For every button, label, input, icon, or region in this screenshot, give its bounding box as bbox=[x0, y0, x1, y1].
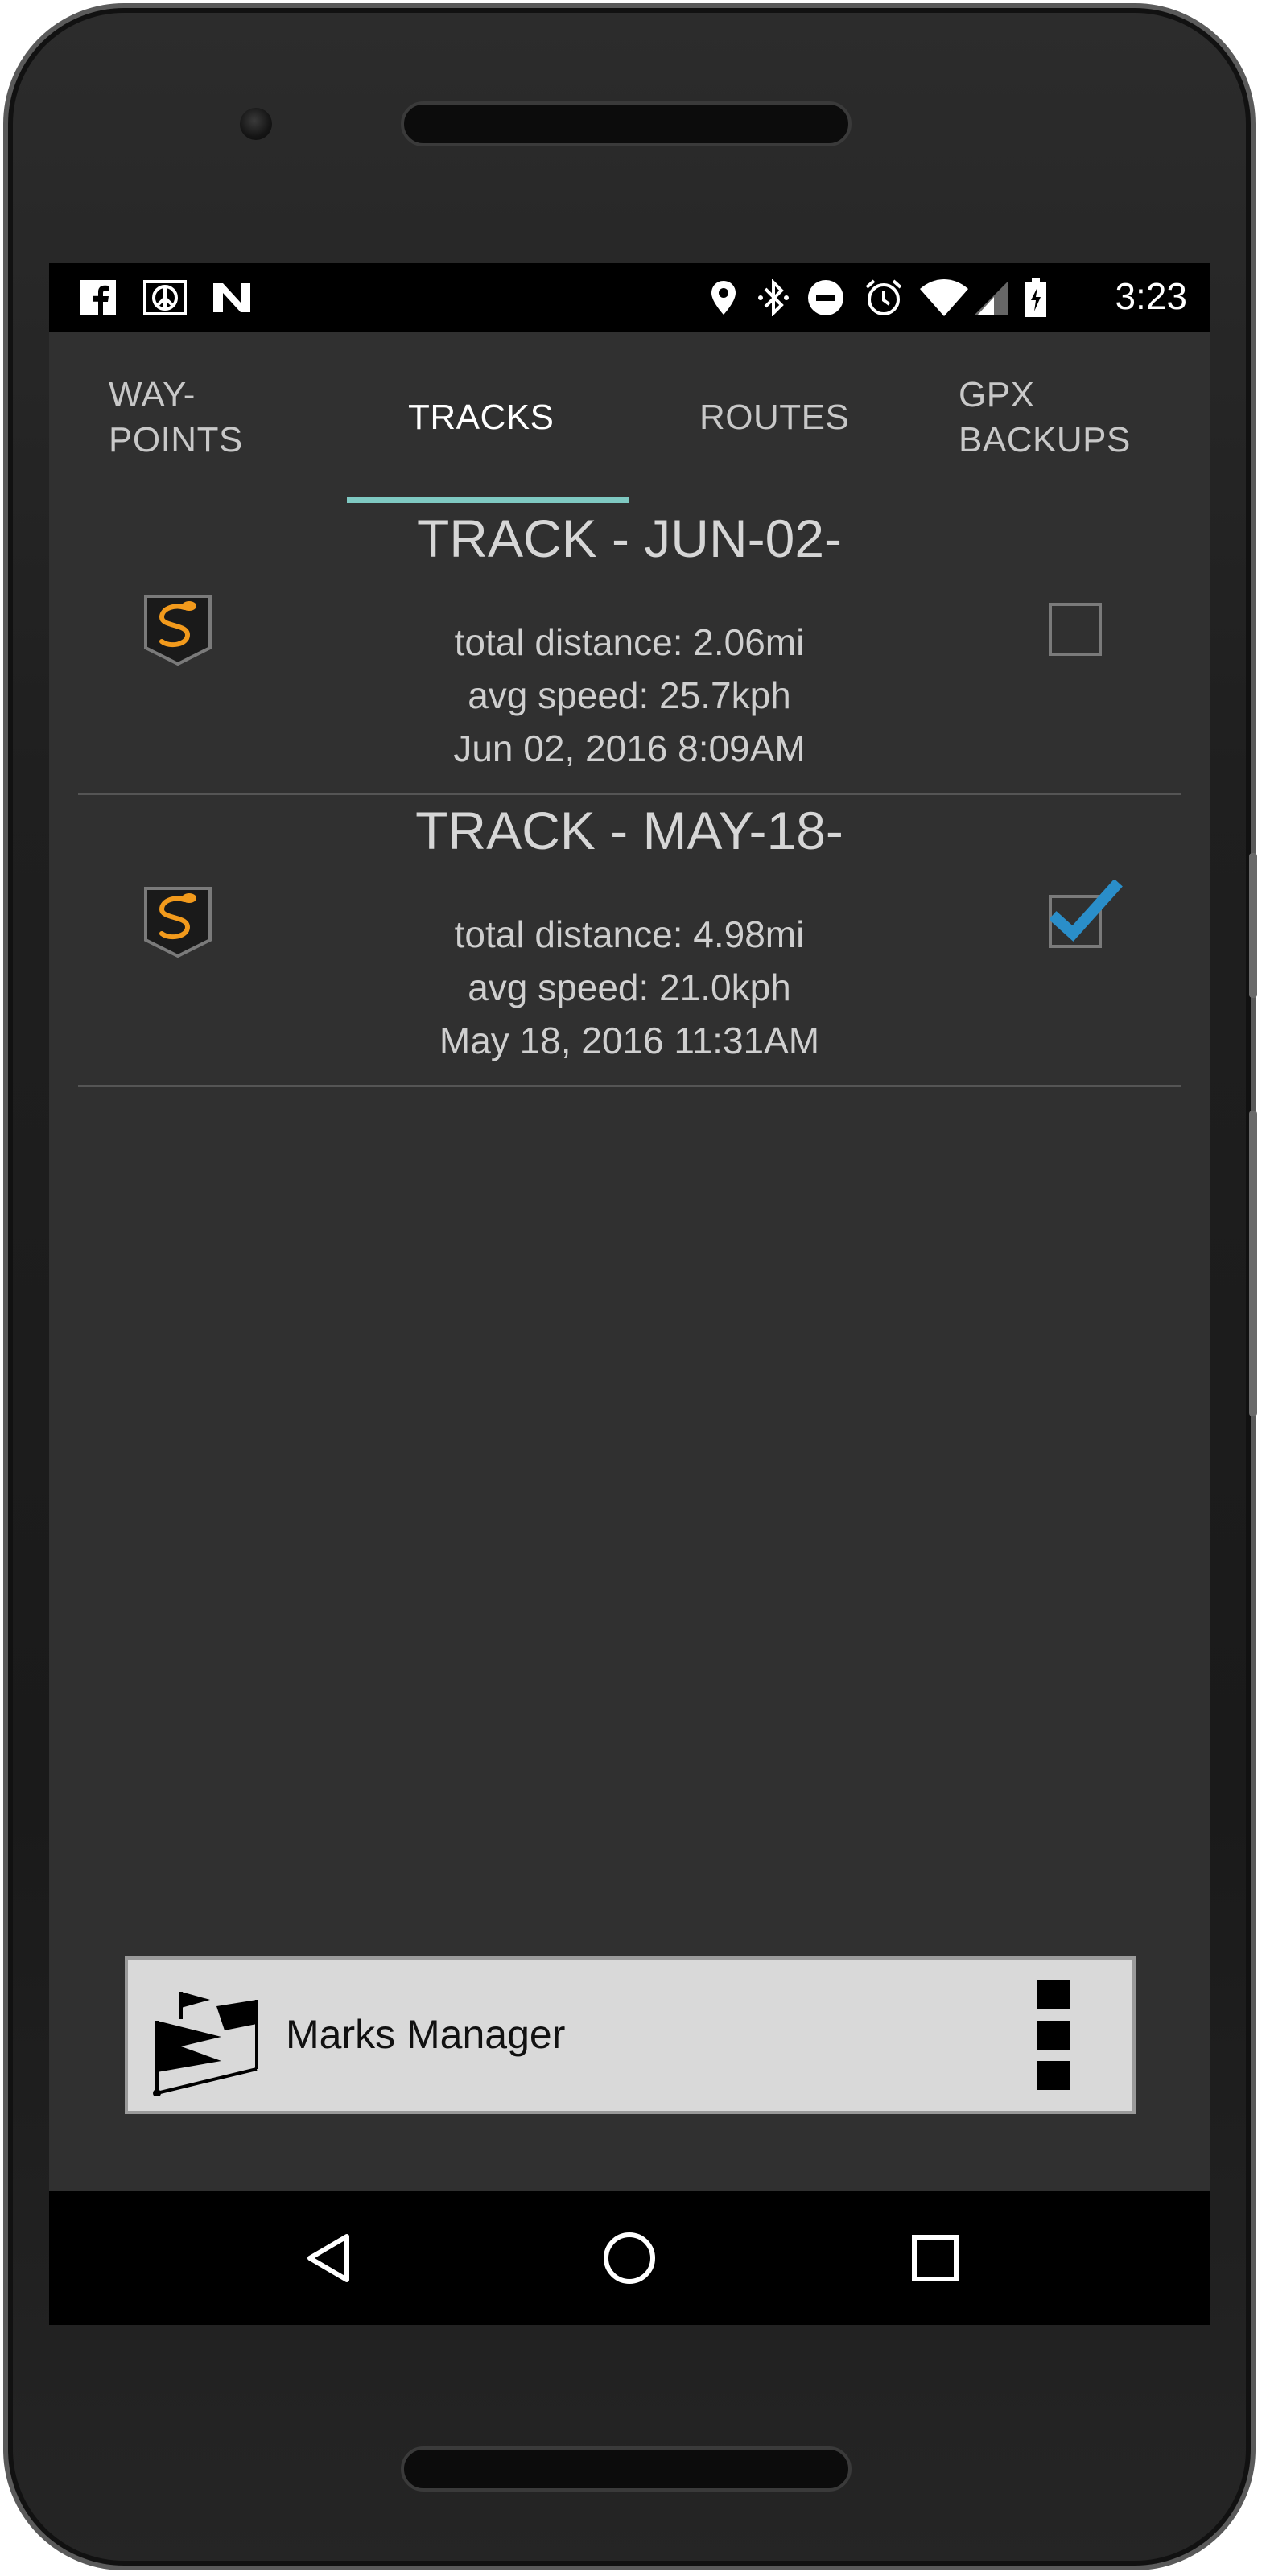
power-button bbox=[1249, 853, 1257, 998]
volume-button bbox=[1249, 1111, 1257, 1416]
app-screen: 3:23 WAY- POINTS TRACKS ROUTES GPX BACKUPS… bbox=[49, 263, 1210, 2325]
tab-routes[interactable]: ROUTES bbox=[699, 332, 849, 503]
peace-icon bbox=[142, 279, 188, 316]
front-camera bbox=[240, 108, 272, 140]
marks-manager-label: Marks Manager bbox=[286, 2012, 566, 2057]
tab-tracks[interactable]: TRACKS bbox=[408, 332, 554, 503]
tab-gpx-line1: GPX bbox=[959, 375, 1035, 414]
tab-gpx-line2: BACKUPS bbox=[959, 420, 1131, 460]
marks-manager-bar[interactable]: Marks Manager bbox=[125, 1956, 1136, 2114]
checkmark-icon bbox=[1050, 880, 1123, 942]
track-date: May 18, 2016 11:31AM bbox=[439, 1020, 820, 1061]
battery-charging-icon bbox=[1021, 278, 1050, 317]
location-icon bbox=[707, 279, 740, 316]
tab-waypoints[interactable]: WAY- POINTS bbox=[109, 332, 243, 503]
active-tab-indicator bbox=[347, 497, 629, 503]
status-bar: 3:23 bbox=[49, 263, 1210, 332]
do-not-disturb-icon bbox=[806, 279, 846, 316]
flags-icon bbox=[152, 1976, 265, 2097]
signal-icon bbox=[973, 279, 1010, 316]
track-date: Jun 02, 2016 8:09AM bbox=[453, 727, 806, 769]
track-list-item[interactable]: TRACK - MAY-18- total distance: 4.98mi a… bbox=[78, 795, 1181, 1087]
n-icon bbox=[210, 279, 254, 316]
recents-icon[interactable] bbox=[907, 2230, 963, 2286]
facebook-icon bbox=[80, 279, 117, 316]
track-select-checkbox[interactable] bbox=[1049, 603, 1102, 656]
system-nav-bar bbox=[49, 2191, 1210, 2325]
track-speed: avg speed: 21.0kph bbox=[468, 967, 791, 1008]
alarm-icon bbox=[864, 279, 904, 316]
overflow-menu-icon[interactable] bbox=[1037, 1980, 1070, 2093]
track-title: TRACK - MAY-18- bbox=[415, 801, 843, 860]
tab-waypoints-line2: POINTS bbox=[109, 420, 243, 460]
track-details: total distance: 4.98mi avg speed: 21.0kp… bbox=[78, 908, 1181, 1067]
tab-gpx-backups[interactable]: GPX BACKUPS bbox=[959, 332, 1131, 503]
tab-bar: WAY- POINTS TRACKS ROUTES GPX BACKUPS bbox=[49, 332, 1210, 503]
status-time: 3:23 bbox=[1115, 275, 1187, 317]
track-list-item[interactable]: TRACK - JUN-02- total distance: 2.06mi a… bbox=[78, 503, 1181, 795]
tab-routes-label: ROUTES bbox=[699, 398, 850, 437]
top-speaker bbox=[401, 101, 852, 146]
track-select-checkbox[interactable] bbox=[1049, 880, 1123, 948]
bluetooth-icon bbox=[756, 279, 791, 316]
bottom-speaker bbox=[401, 2446, 852, 2492]
home-icon[interactable] bbox=[601, 2230, 658, 2286]
wifi-icon bbox=[920, 279, 968, 316]
tab-tracks-label: TRACKS bbox=[408, 398, 555, 437]
track-distance: total distance: 2.06mi bbox=[454, 621, 805, 663]
track-distance: total distance: 4.98mi bbox=[454, 913, 805, 955]
back-icon[interactable] bbox=[300, 2230, 357, 2286]
track-title: TRACK - JUN-02- bbox=[416, 509, 843, 568]
tab-waypoints-line1: WAY- bbox=[109, 375, 196, 414]
track-speed: avg speed: 25.7kph bbox=[468, 674, 791, 716]
track-details: total distance: 2.06mi avg speed: 25.7kp… bbox=[78, 616, 1181, 775]
